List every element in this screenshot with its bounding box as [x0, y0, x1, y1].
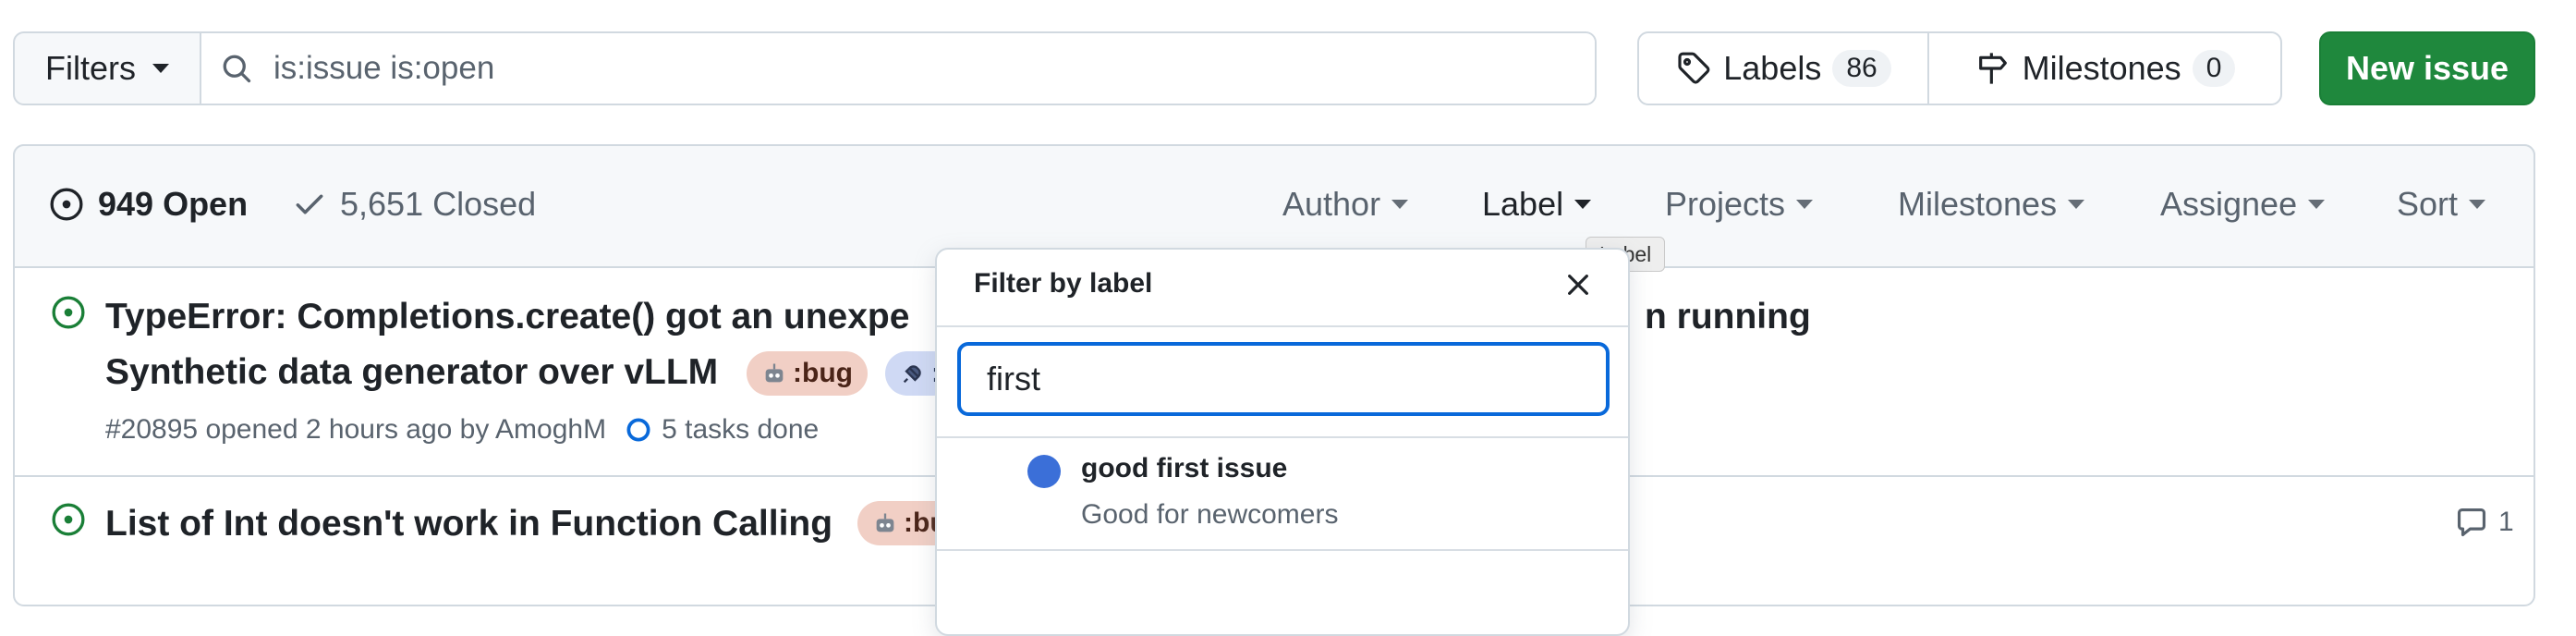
issue-title-link-line2[interactable]: Synthetic data generator over vLLM — [105, 346, 718, 399]
label-filter-input[interactable]: first — [957, 342, 1610, 416]
label-option-name[interactable]: good first issue — [1081, 453, 1287, 484]
tasks-progress-icon — [625, 416, 652, 444]
tag-icon — [1675, 50, 1712, 87]
chevron-down-icon — [2469, 200, 2486, 209]
labels-button-label: Labels — [1723, 49, 1822, 87]
author-filter-dropdown[interactable]: Author — [1282, 185, 1409, 224]
chevron-down-icon — [2308, 200, 2326, 209]
open-count-label: 949 Open — [98, 185, 249, 223]
close-icon[interactable] — [1563, 270, 1593, 300]
robot-icon — [761, 361, 787, 386]
comment-icon — [2454, 505, 2489, 540]
check-icon — [292, 187, 327, 222]
label-filter-dropdown[interactable]: Label — [1482, 185, 1592, 224]
plug-icon — [900, 361, 926, 386]
label-filter-label: Label — [1482, 185, 1564, 223]
labels-button[interactable]: Labels 86 — [1639, 33, 1929, 104]
label-option-description: Good for newcomers — [1081, 499, 1339, 530]
issue-meta-text: #20895 opened 2 hours ago by AmoghM — [105, 414, 607, 445]
label-filter-menu — [935, 248, 1630, 636]
assignee-filter-label: Assignee — [2160, 185, 2298, 223]
comments-link[interactable]: 1 — [2454, 505, 2514, 540]
closed-count-label: 5,651 Closed — [340, 185, 537, 223]
issue-title-link[interactable]: List of Int doesn't work in Function Cal… — [105, 497, 832, 551]
filter-bar: Filters is:issue is:open — [13, 31, 1597, 105]
issue-title-link-continued[interactable]: n running — [1645, 290, 1811, 344]
bug-label[interactable]: :bug — [747, 351, 868, 396]
issue-meta: #20895 opened 2 hours ago by AmoghM 5 ta… — [105, 414, 819, 446]
search-query-text: is:issue is:open — [273, 50, 495, 86]
menu-divider — [937, 549, 1628, 551]
filters-dropdown-button[interactable]: Filters — [15, 33, 201, 104]
comment-count: 1 — [2498, 507, 2514, 537]
issue-opened-icon — [50, 501, 87, 538]
chevron-down-icon — [2068, 200, 2085, 209]
assignee-filter-dropdown[interactable]: Assignee — [2160, 185, 2326, 224]
issue-opened-icon — [50, 294, 87, 331]
projects-filter-dropdown[interactable]: Projects — [1665, 185, 1814, 224]
projects-filter-label: Projects — [1665, 185, 1786, 223]
milestones-count-badge: 0 — [2192, 50, 2236, 87]
chevron-down-icon — [152, 64, 169, 73]
sort-dropdown[interactable]: Sort — [2397, 185, 2486, 224]
label-menu-title: Filter by label — [974, 268, 1153, 299]
sort-label: Sort — [2397, 185, 2459, 223]
issue-opened-icon — [48, 186, 85, 223]
milestones-button-label: Milestones — [2022, 49, 2181, 87]
labels-milestones-group: Labels 86 Milestones 0 — [1637, 31, 2282, 105]
search-icon — [220, 52, 253, 85]
milestones-button[interactable]: Milestones 0 — [1929, 33, 2280, 104]
robot-icon — [872, 510, 898, 536]
milestones-filter-label: Milestones — [1898, 185, 2058, 223]
filters-label: Filters — [45, 49, 136, 87]
menu-divider — [937, 325, 1628, 327]
milestone-icon — [1975, 50, 2011, 87]
label-color-swatch — [1027, 455, 1061, 488]
milestones-filter-dropdown[interactable]: Milestones — [1898, 185, 2085, 224]
chevron-down-icon — [1391, 200, 1409, 209]
open-issues-tab[interactable]: 949 Open — [48, 185, 248, 224]
issue-title-link[interactable]: TypeError: Completions.create() got an u… — [105, 290, 909, 344]
search-input[interactable]: is:issue is:open — [201, 33, 1595, 104]
menu-divider — [937, 436, 1628, 438]
chevron-down-icon — [1796, 200, 1814, 209]
tasks-done-text: 5 tasks done — [662, 414, 820, 445]
closed-issues-tab[interactable]: 5,651 Closed — [292, 185, 536, 224]
new-issue-button[interactable]: New issue — [2319, 31, 2535, 105]
author-filter-label: Author — [1282, 185, 1381, 223]
bug-label-text: :bug — [793, 358, 853, 388]
chevron-down-icon — [1574, 200, 1592, 209]
labels-count-badge: 86 — [1832, 50, 1891, 87]
